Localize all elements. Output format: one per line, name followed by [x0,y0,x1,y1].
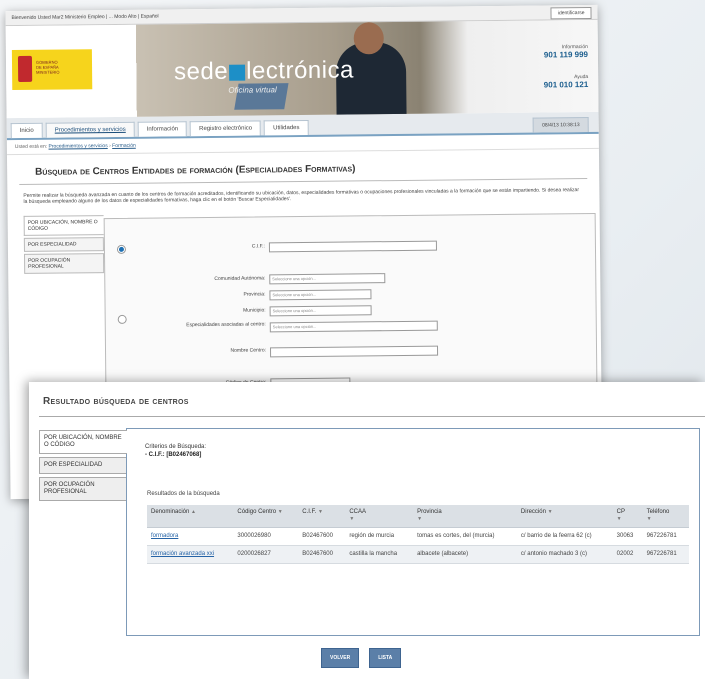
col-direccion[interactable]: Dirección ▼ [516,505,613,528]
cell-codigo: 0200026827 [233,545,299,564]
col-cp[interactable]: CP ▼ [612,505,643,528]
government-logo: GOBIERNO DE ESPAÑA MINISTERIO [11,49,93,91]
tab-ocupacion[interactable]: POR OCUPACIÓN PROFESIONAL [39,477,127,501]
table-header-row: Denominación ▲ Código Centro ▼ C.I.F. ▼ … [147,505,689,528]
ccaa-select[interactable]: Seleccione una opción... [269,273,386,285]
cell-ccaa: castilla la mancha [345,545,414,564]
sort-icon[interactable]: ▼ [617,516,622,522]
cell-provincia: tomas es cortes, del (murcia) [413,527,517,546]
nav-procedimientos[interactable]: Procedimientos y servicios [45,121,135,138]
table-row: formadora 3000026980 B02467600 región de… [147,527,689,546]
sede-subtitle: Oficina virtual [228,85,277,95]
col-codigo[interactable]: Código Centro ▼ [233,505,299,528]
volver-button[interactable]: Volver [321,648,360,668]
tab-ubicacion[interactable]: POR UBICACIÓN, NOMBRE O CÓDIGO [39,430,127,454]
criteria-value: - C.I.F.: [B02467068] [145,452,202,458]
cell-cp: 02002 [612,545,643,564]
tab-ocupacion[interactable]: POR OCUPACIÓN PROFESIONAL [24,253,105,274]
cell-cif: B02467600 [298,545,346,564]
sort-icon[interactable]: ▼ [647,516,652,522]
cif-input[interactable] [268,240,437,253]
intro-text: Permite realizar la búsqueda avanzada en… [23,187,580,205]
header-banner: GOBIERNO DE ESPAÑA MINISTERIO sede lectróni… [5,19,599,119]
nav-registro[interactable]: Registro electrónico [190,120,262,137]
cif-label: C.I.F.: [251,243,265,250]
nav-informacion[interactable]: Información [137,121,188,137]
muni-label: Municipio: [243,307,266,314]
results-panel: Criterios de Búsqueda: - C.I.F.: [B02467… [126,428,700,636]
centro-link[interactable]: formadora [151,533,178,539]
title-divider [39,416,705,417]
identify-button[interactable]: identificarse [550,6,592,20]
cell-ccaa: región de murcia [345,527,414,546]
lista-button[interactable]: Lista [369,648,402,668]
nav-datetime: 08/4/13 10:38:13 [533,117,589,133]
col-ccaa[interactable]: CCAA ▼ [345,505,414,528]
search-tabs: POR UBICACIÓN, NOMBRE O CÓDIGO POR ESPEC… [23,215,105,276]
phone-info: Información 901 119 999 [543,44,588,60]
criteria-title: Criterios de Búsqueda: [145,444,207,450]
cell-direccion: c/ barrio de la feerra 62 (c) [516,527,613,546]
results-label: Resultados de la búsqueda [147,491,220,497]
nombre-input[interactable] [269,345,439,358]
nav-inicio[interactable]: Inicio [10,122,43,139]
esp-label: Especialidades asociadas al centro: [186,321,266,329]
sort-icon[interactable]: ▼ [417,516,422,522]
cell-direccion: c/ antonio machado 3 (c) [516,545,613,564]
cell-cp: 30063 [612,527,643,546]
results-title: Resultado búsqueda de centros [43,396,189,407]
muni-select[interactable]: Seleccione una opción... [269,305,372,317]
sort-icon[interactable]: ▼ [278,509,283,515]
esp-select[interactable]: Seleccione una opción... [269,320,438,333]
col-cif[interactable]: C.I.F. ▼ [298,505,346,528]
prov-select[interactable]: Seleccione una opción... [269,289,372,301]
sort-icon[interactable]: ▼ [548,509,553,515]
cell-provincia: albacete (albacete) [413,545,517,564]
centro-link[interactable]: formación avanzada xxi [151,551,214,557]
tab-especialidad[interactable]: POR ESPECIALIDAD [39,457,127,474]
phone-help: Ayuda 901 010 121 [543,74,589,90]
cell-codigo: 3000026980 [233,527,299,546]
prov-label: Provincia: [243,291,266,298]
tab-especialidad[interactable]: POR ESPECIALIDAD [23,237,104,252]
sede-logo: sede lectrónica [173,56,355,86]
nombre-label: Nombre Centro: [230,347,267,354]
table-row: formación avanzada xxi 0200026827 B02467… [147,545,689,564]
results-table: Denominación ▲ Código Centro ▼ C.I.F. ▼ … [147,505,689,564]
person-head-image [353,22,384,55]
sort-asc-icon[interactable]: ▲ [191,509,196,515]
sort-icon[interactable]: ▼ [318,509,323,515]
results-window: Resultado búsqueda de centros POR UBICAC… [29,382,705,679]
cell-telefono: 967226781 [642,545,689,564]
col-provincia[interactable]: Provincia ▼ [413,505,517,528]
cell-cif: B02467600 [298,527,346,546]
search-criteria: Criterios de Búsqueda: - C.I.F.: [B02467… [145,443,206,459]
col-denominacion[interactable]: Denominación ▲ [147,505,234,528]
ccaa-label: Comunidad Autónoma: [214,275,266,282]
action-buttons: Volver Lista [321,648,402,668]
tab-ubicacion[interactable]: POR UBICACIÓN, NOMBRE O CÓDIGO [23,215,104,236]
col-telefono[interactable]: Teléfono ▼ [642,505,689,528]
results-tabs: POR UBICACIÓN, NOMBRE O CÓDIGO POR ESPEC… [39,430,127,504]
nav-utilidades[interactable]: Utilidades [264,119,309,136]
crumb-procedimientos[interactable]: Procedimientos y servicios [48,143,107,150]
sort-icon[interactable]: ▼ [349,516,354,522]
top-bar-text: Bienvenido Usted Mar2 Ministerio Empleo … [11,13,159,22]
cell-telefono: 967226781 [642,527,689,546]
crest-icon [17,55,33,82]
crumb-formacion[interactable]: Formación [112,143,136,149]
